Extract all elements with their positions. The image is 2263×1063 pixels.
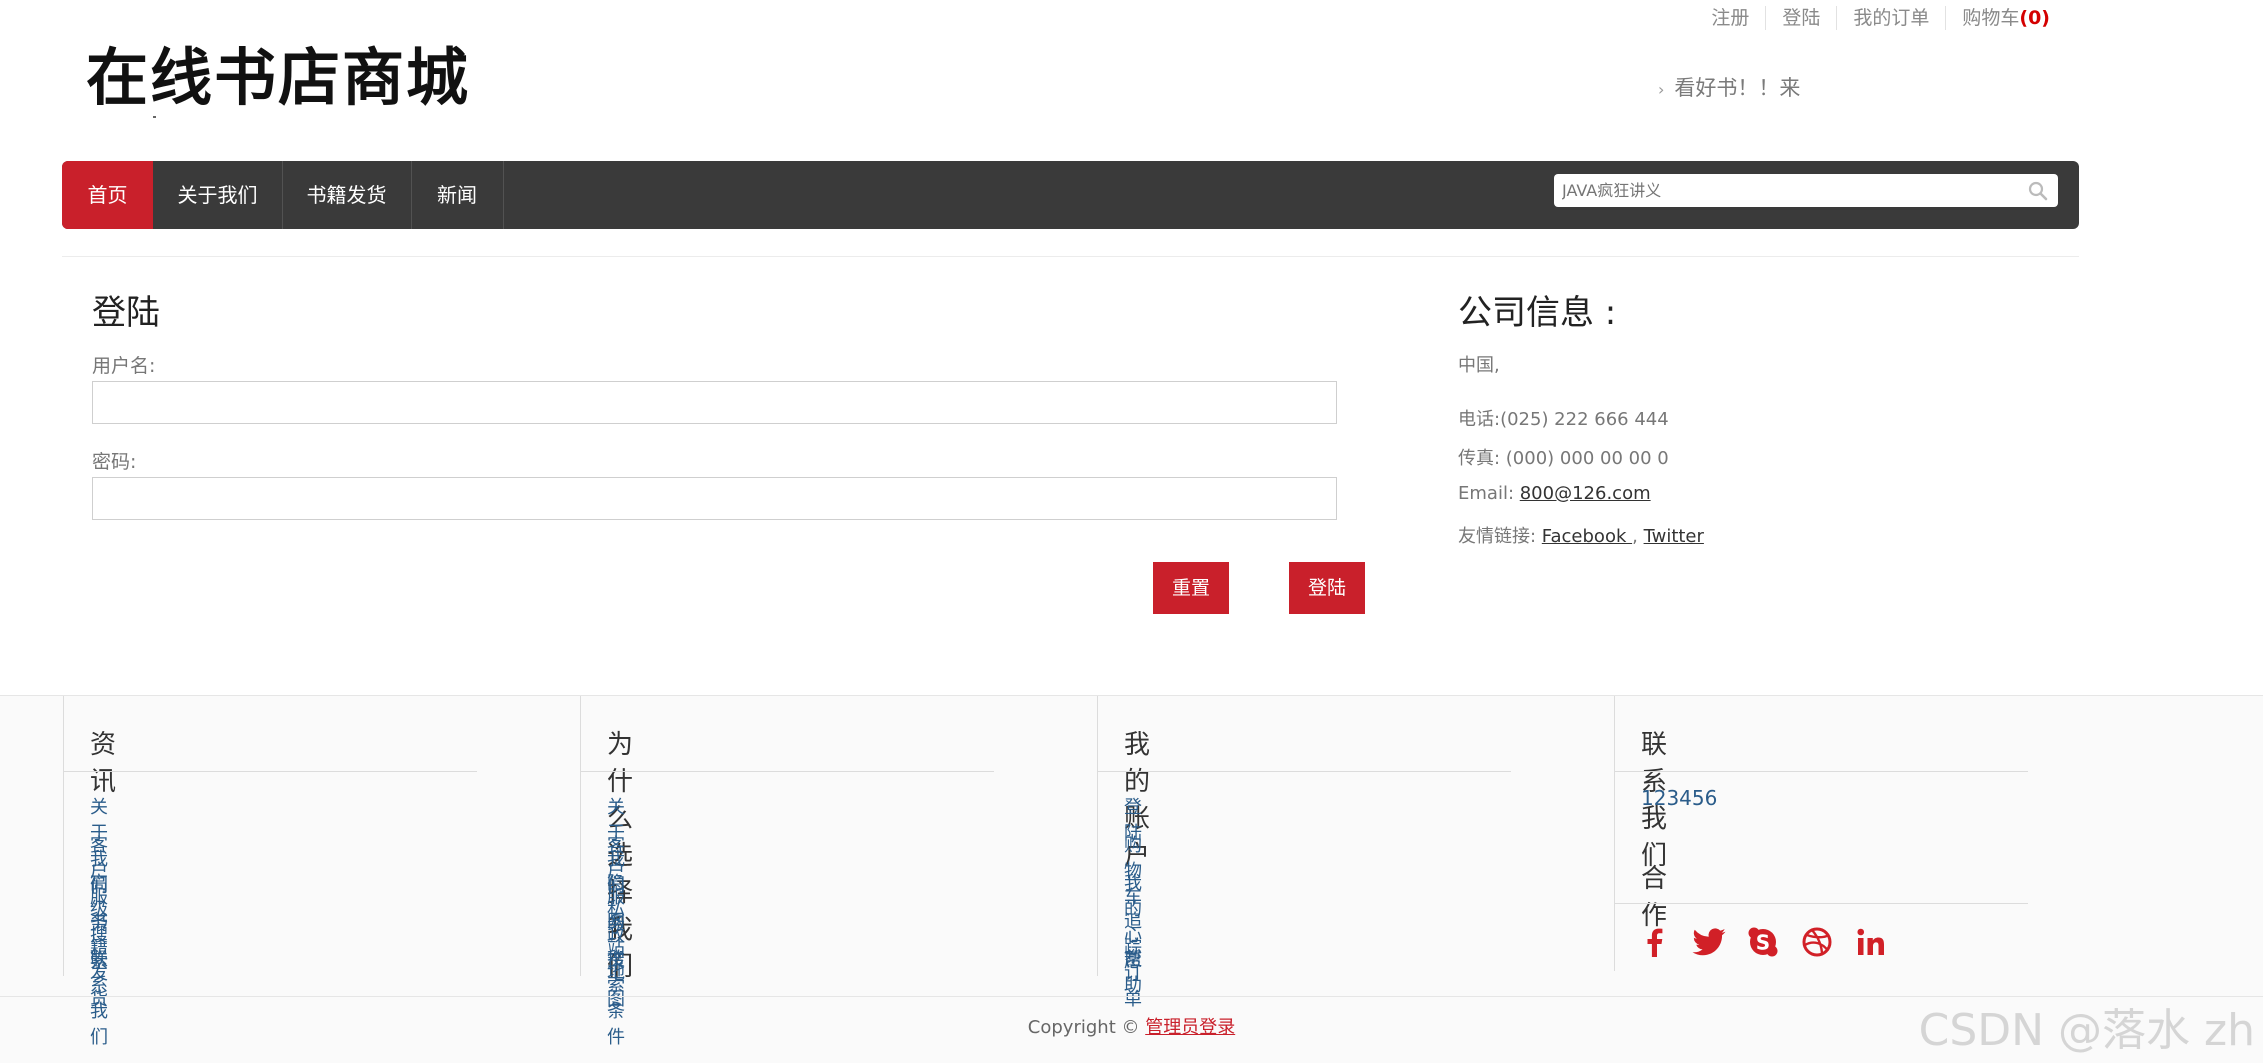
login-title: 登陆 [92,293,160,333]
admin-login-link[interactable]: 管理员登录 [1145,1017,1235,1038]
contact-value: 123456 [1641,786,1718,810]
cart-link[interactable]: 购物车(0) [1945,6,2066,30]
company-phone: 电话:(025) 222 666 444 [1458,409,1669,430]
company-info-title: 公司信息 : [1458,293,1617,333]
password-label: 密码: [92,451,137,473]
search-box [1554,174,2058,207]
reset-button[interactable]: 重置 [1153,562,1229,614]
company-links: 友情链接: Facebook , Twitter [1458,522,1704,548]
linkedin-icon[interactable] [1853,924,1889,960]
footer-link[interactable]: 帮助 [1124,945,1142,997]
links-separator: , [1632,526,1638,547]
nav-item-news[interactable]: 新闻 [411,161,504,229]
register-link[interactable]: 注册 [1695,6,1765,30]
my-orders-link[interactable]: 我的订单 [1836,6,1945,30]
dribbble-icon[interactable] [1799,924,1835,960]
footer-col-why-us: 为什么选择我们 关于我们 客户服务 隐私政策 网站地图 搜索条件 [580,696,994,1048]
footer-col-info: 资讯 关于我们 客户服务 高级搜索 书籍发货 联系我们 [63,696,477,1048]
twitter-link[interactable]: Twitter [1644,526,1704,547]
footer-col-title: 资讯 [90,730,117,797]
nav-item-shipping[interactable]: 书籍发货 [282,161,412,229]
footer-col-divider [1098,771,1511,772]
footer-col-contact: 联系我们 123456 合作 S [1614,696,2028,971]
company-email: Email: 800@126.com [1458,483,1651,504]
twitter-icon[interactable] [1691,924,1727,960]
watermark: CSDN @落水 zh [1918,1005,2255,1056]
login-button[interactable]: 登陆 [1289,562,1365,614]
footer-col-divider [1615,771,2028,772]
cooperation-divider [1615,903,2028,904]
search-icon[interactable] [2028,181,2048,205]
chevron-right-icon: › [1658,80,1665,99]
links-label: 友情链接: [1458,526,1542,547]
top-links: 注册 登陆 我的订单 购物车(0) [1695,6,2066,30]
company-fax: 传真: (000) 000 00 00 0 [1458,448,1669,469]
cart-label: 购物车 [1962,7,2020,29]
footer-col-account: 我的账户 登陆 购物车 我的心愿 追踪订单 帮助 [1097,696,1511,1010]
email-link[interactable]: 800@126.com [1520,483,1651,504]
email-label: Email: [1458,483,1520,504]
nav-item-home[interactable]: 首页 [62,161,153,229]
cart-count: (0) [2019,7,2050,29]
password-field[interactable] [92,477,1337,520]
skype-icon[interactable]: S [1745,924,1781,960]
company-country: 中国, [1458,355,1500,376]
footer-col-divider [581,771,994,772]
svg-text:S: S [1756,931,1770,955]
header-divider [62,256,2079,257]
footer-col-divider [64,771,477,772]
search-input[interactable] [1554,174,2022,207]
logo-dot [153,116,156,118]
username-label: 用户名: [92,355,156,377]
facebook-link[interactable]: Facebook [1542,526,1632,547]
tagline: › 看好书！！来 [1658,72,1800,102]
nav-item-about[interactable]: 关于我们 [153,161,283,229]
copyright-text: Copyright © [1027,1017,1146,1038]
cooperation-title: 合作 [1641,864,1668,931]
login-link[interactable]: 登陆 [1765,6,1836,30]
facebook-icon[interactable] [1637,924,1673,960]
username-field[interactable] [92,381,1337,424]
site-logo[interactable]: 在线书店商城 [86,38,470,118]
tagline-text: 看好书！！来 [1674,76,1801,100]
